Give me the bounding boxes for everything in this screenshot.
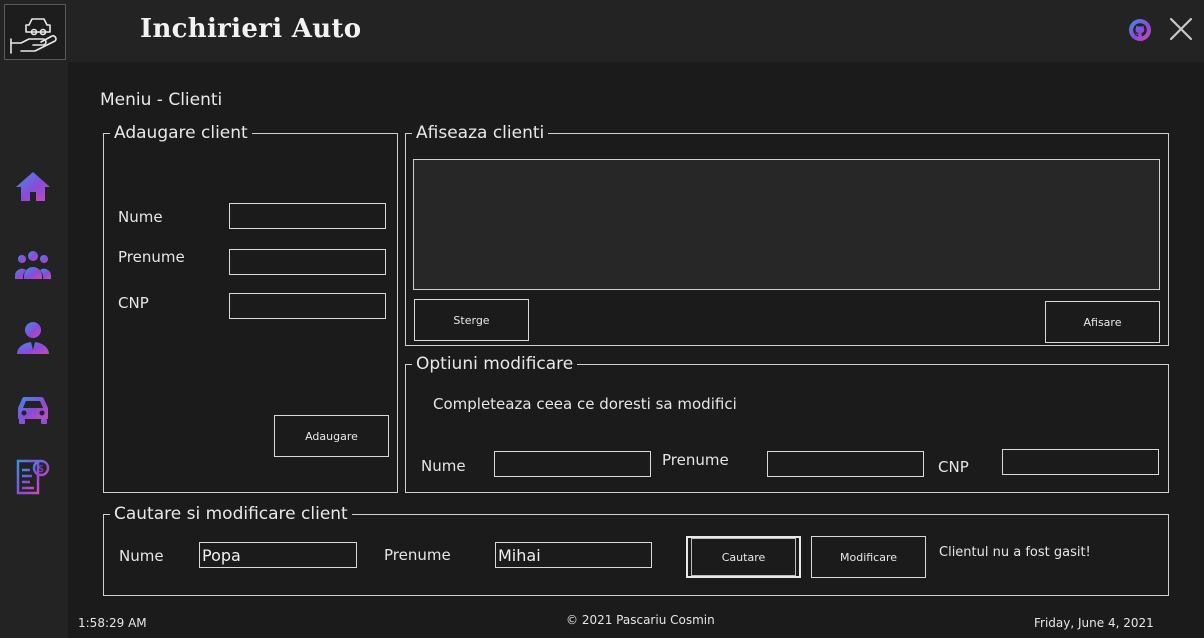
footer-time: 1:58:29 AM — [78, 616, 147, 630]
close-icon[interactable] — [1168, 16, 1194, 42]
search-client-button[interactable]: Cautare — [686, 536, 801, 578]
add-client-legend: Adaugare client — [114, 123, 248, 143]
title-bar: Inchirieri Auto — [0, 0, 1204, 62]
add-client-button[interactable]: Adaugare — [274, 415, 389, 457]
add-prenume-label: Prenume — [118, 248, 185, 266]
github-icon[interactable] — [1128, 18, 1152, 42]
modify-nume-input[interactable] — [494, 451, 651, 477]
delete-client-button[interactable]: Sterge — [414, 299, 529, 341]
sidebar: $ — [0, 62, 68, 638]
add-cnp-label: CNP — [118, 294, 149, 312]
show-clients-legend: Afiseaza clienti — [416, 123, 545, 143]
show-clients-button[interactable]: Afisare — [1045, 301, 1160, 343]
search-prenume-label: Prenume — [384, 546, 451, 564]
search-client-button-label: Cautare — [691, 538, 796, 576]
modify-cnp-input[interactable] — [1002, 449, 1159, 475]
modify-prenume-label: Prenume — [662, 451, 729, 469]
add-nume-label: Nume — [118, 208, 163, 226]
search-nume-input[interactable] — [199, 542, 357, 568]
clients-icon[interactable] — [14, 246, 52, 284]
car-in-hand-icon — [10, 18, 57, 54]
add-prenume-input[interactable] — [229, 249, 386, 275]
footer-date: Friday, June 4, 2021 — [1034, 616, 1154, 630]
modify-client-button[interactable]: Modificare — [811, 536, 926, 578]
invoice-icon[interactable]: $ — [14, 458, 52, 496]
modify-prenume-input[interactable] — [767, 451, 924, 477]
add-cnp-input[interactable] — [229, 293, 386, 319]
footer-copyright: © 2021 Pascariu Cosmin — [566, 613, 715, 627]
page-title: Meniu - Clienti — [100, 90, 223, 110]
modify-nume-label: Nume — [421, 457, 466, 475]
svg-text:$: $ — [38, 464, 44, 475]
modify-options-legend: Optiuni modificare — [416, 354, 574, 374]
search-status-message: Clientul nu a fost gasit! — [939, 545, 1091, 560]
modify-cnp-label: CNP — [938, 458, 969, 476]
modify-hint: Completeaza ceea ce doresti sa modifici — [433, 395, 737, 413]
app-title: Inchirieri Auto — [140, 14, 362, 44]
add-nume-input[interactable] — [229, 203, 386, 229]
car-icon[interactable] — [14, 390, 52, 428]
app-logo — [4, 4, 66, 60]
home-icon[interactable] — [14, 168, 52, 206]
search-prenume-input[interactable] — [495, 542, 652, 568]
search-nume-label: Nume — [119, 547, 164, 565]
employee-icon[interactable] — [14, 318, 52, 356]
search-modify-legend: Cautare si modificare client — [114, 504, 348, 524]
clients-list[interactable] — [413, 159, 1160, 290]
